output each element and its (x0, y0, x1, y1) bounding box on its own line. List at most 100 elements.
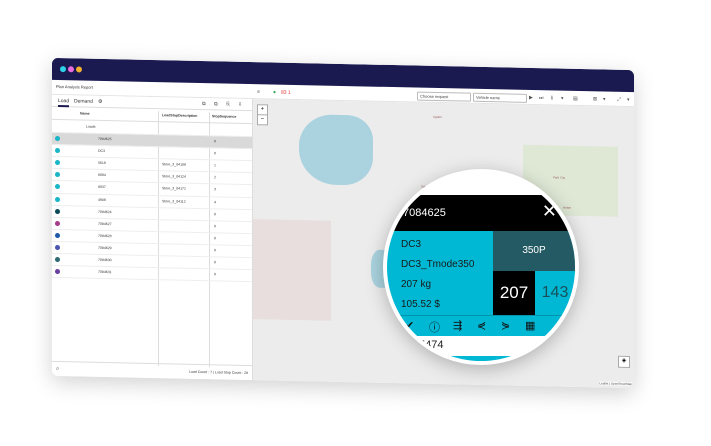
info-icon[interactable]: ⓘ (429, 319, 440, 335)
expand-icon[interactable]: ⤢ (617, 97, 621, 103)
popup-actions: ✔ ⓘ ⇶ ⋞ ⋟ ▦ (387, 315, 575, 336)
popup-origin: DC3 (401, 239, 422, 250)
popup-vehicle: 350P (493, 231, 575, 271)
row-name: 4909 (98, 197, 106, 202)
row-name: Loads (86, 124, 96, 129)
row-name: 7084625 (98, 136, 112, 142)
popup-cost: 105.52 $ (401, 299, 440, 310)
split-icon[interactable]: ⋟ (501, 319, 510, 332)
vehicle-select[interactable]: Vehicle name (473, 92, 527, 103)
copy-all-icon[interactable]: ⧉ (214, 101, 218, 107)
load-color-icon (55, 269, 60, 275)
table-icon[interactable]: ▤ (573, 96, 578, 102)
popup-title: 7084625 (403, 207, 446, 219)
column-name[interactable]: Name (80, 111, 90, 115)
row-sequence: 1 (214, 163, 216, 168)
merge-icon[interactable]: ⋞ (477, 319, 486, 332)
load-color-icon (55, 244, 60, 251)
export-icon[interactable]: ⎘ (226, 102, 230, 108)
search-icon[interactable]: ⌕ (56, 366, 59, 373)
load-color-icon (55, 256, 60, 263)
row-sequence: 0 (214, 248, 216, 253)
load-color-icon (55, 184, 60, 190)
play-icon[interactable]: ▶ (529, 95, 533, 101)
chevron-down-icon[interactable]: ▾ (561, 96, 564, 102)
popup-header: 7084625 ✕ (387, 195, 575, 231)
row-name: 7084631 (98, 269, 112, 275)
close-icon[interactable]: ✕ (542, 201, 557, 222)
window-dot-icon[interactable] (60, 66, 66, 73)
close-icon[interactable]: ⊠ (593, 96, 597, 102)
panel-footer: ⌕ Load Count : 7 | Load Stop Count : 28 (52, 360, 252, 381)
magnified-popup: 7084625 ✕ DC3 DC3_Tmode350 207 kg 105.52… (383, 169, 579, 365)
row-sequence: 0 (214, 272, 216, 277)
row-name: 7084629 (98, 245, 112, 251)
row-description: Store_3_04108 (162, 162, 186, 167)
row-name: DC3 (98, 149, 106, 154)
route-icon[interactable]: ⇶ (453, 319, 462, 332)
download-icon[interactable]: ⇩ (238, 102, 242, 108)
zoom-control: + − (257, 104, 268, 126)
map-label: Park City (553, 175, 566, 180)
row-sequence: 0 (214, 139, 216, 144)
popup-weight: 207 kg (401, 279, 432, 290)
popup-mode: DC3_Tmode350 (401, 259, 475, 270)
gear-icon[interactable]: ⚙ (98, 99, 102, 105)
tab-demand[interactable]: Demand (74, 98, 93, 104)
popup-value-secondary: 143 (535, 271, 575, 315)
popup-value-primary: 207 (493, 271, 535, 315)
row-description: Store_3_04171 (162, 186, 186, 192)
row-sequence: 0 (214, 224, 216, 229)
chevron-down-icon[interactable]: ▾ (603, 96, 606, 102)
column-sequence[interactable]: StopSequence (212, 114, 236, 119)
copy-icon[interactable]: ⧉ (202, 101, 206, 107)
menu-icon[interactable]: ≡ (257, 89, 260, 95)
row-sequence: 2 (214, 175, 216, 180)
load-color-icon (55, 172, 60, 178)
row-name: 8094 (98, 173, 106, 178)
app-title: Plan Analysis Report (56, 83, 93, 90)
row-sequence: 0 (214, 236, 216, 241)
great-salt-lake (299, 114, 373, 186)
load-color-icon (55, 220, 60, 226)
row-description: Store_3_04112 (162, 198, 186, 204)
column-description[interactable]: LoadStopDescription (162, 113, 197, 118)
tab-load[interactable]: Load (58, 98, 70, 108)
request-select[interactable]: Choose request (417, 91, 471, 102)
popup-body: DC3 DC3_Tmode350 207 kg 105.52 $ 350P 20… (387, 231, 575, 315)
row-name: 8037 (98, 185, 106, 190)
row-sequence: 3 (214, 187, 216, 192)
map-attribution: Leaflet | OpenStreetMap (599, 381, 632, 387)
row-sequence: 0 (214, 211, 216, 216)
partial-text: 5474 (419, 339, 444, 351)
status-text: 83 1 (281, 89, 291, 96)
row-sequence: 4 (214, 199, 216, 204)
status-dot-icon: ● (273, 89, 277, 96)
step-icon[interactable]: ⏭ (539, 95, 544, 101)
row-description: Store_3_04124 (162, 174, 186, 180)
map-label: Ogden (433, 114, 443, 120)
row-name: 7084624 (98, 209, 112, 214)
window-dot-icon[interactable] (76, 66, 82, 73)
row-name: 7084627 (98, 221, 112, 226)
row-sequence: 0 (214, 260, 216, 265)
load-color-icon (55, 232, 60, 238)
load-color-icon (55, 208, 60, 214)
grid-icon[interactable]: ▦ (525, 319, 535, 332)
load-color-icon (55, 136, 60, 142)
info-icon[interactable]: ℹ (551, 95, 553, 101)
row-sequence: 0 (214, 151, 216, 156)
load-color-icon (55, 196, 60, 202)
zoom-out-button[interactable]: − (258, 114, 267, 125)
row-name: 7084630 (98, 257, 112, 263)
popup-below: 5474 (387, 336, 575, 361)
load-panel: Load Demand ⚙ ⧉ ⧉ ⎘ ⇩ Name LoadStopDescr… (52, 94, 253, 381)
window-dot-icon[interactable] (68, 66, 74, 73)
check-icon[interactable]: ✔ (405, 319, 414, 332)
row-name: 7084628 (98, 233, 112, 238)
load-count-text: Load Count : 7 | Load Stop Count : 28 (189, 369, 248, 376)
layers-icon[interactable]: ◈ (618, 355, 630, 369)
zoom-in-button[interactable]: + (258, 105, 267, 114)
chevron-down-icon[interactable]: ▾ (627, 97, 630, 103)
row-name: 5619 (98, 161, 106, 166)
